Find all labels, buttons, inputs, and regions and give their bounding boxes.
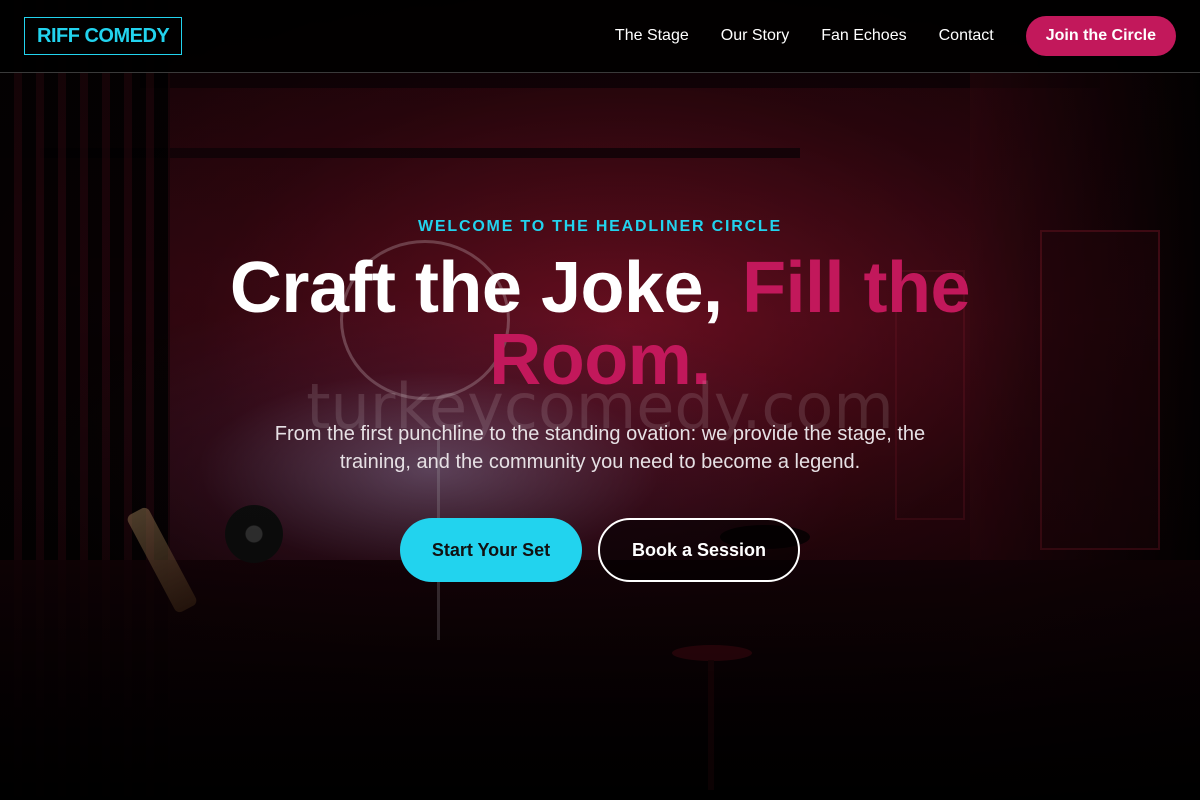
nav-link-the-stage[interactable]: The Stage: [615, 27, 689, 45]
start-your-set-button[interactable]: Start Your Set: [400, 518, 582, 582]
brand-logo[interactable]: RIFF COMEDY: [24, 17, 183, 55]
hero-cta-row: Start Your Set Book a Session: [400, 518, 800, 582]
hero-section: WELCOME TO THE HEADLINER CIRCLE Craft th…: [0, 73, 1200, 800]
navbar: RIFF COMEDY The Stage Our Story Fan Echo…: [0, 0, 1200, 73]
nav-link-contact[interactable]: Contact: [939, 27, 994, 45]
hero-eyebrow: WELCOME TO THE HEADLINER CIRCLE: [418, 218, 782, 235]
nav-link-our-story[interactable]: Our Story: [721, 27, 789, 45]
hero-headline: Craft the Joke, Fill the Room.: [200, 252, 1000, 396]
nav-link-fan-echoes[interactable]: Fan Echoes: [821, 27, 906, 45]
nav-links: The Stage Our Story Fan Echoes Contact J…: [615, 16, 1176, 56]
book-session-button[interactable]: Book a Session: [598, 518, 800, 582]
headline-plain: Craft the Joke,: [229, 248, 743, 328]
hero-subtext: From the first punchline to the standing…: [274, 423, 926, 473]
join-circle-button[interactable]: Join the Circle: [1025, 16, 1176, 56]
